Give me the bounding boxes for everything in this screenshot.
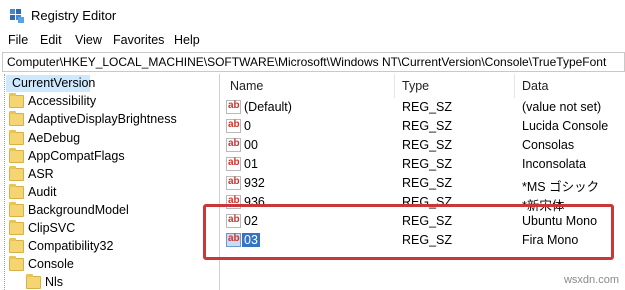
tree-item-label: ClipSVC xyxy=(28,221,76,235)
value-name: 932 xyxy=(244,176,265,190)
table-row[interactable]: ab 0 REG_SZ Lucida Console xyxy=(222,117,625,136)
value-type: REG_SZ xyxy=(402,100,453,114)
tree-item-label: Audit xyxy=(28,185,57,199)
tree-item-label: AeDebug xyxy=(28,131,81,145)
annotation-highlight-box xyxy=(203,204,614,260)
value-name: 00 xyxy=(244,138,258,152)
value-name: 0 xyxy=(244,119,251,133)
address-path[interactable]: Computer\HKEY_LOCAL_MACHINE\SOFTWARE\Mic… xyxy=(7,55,606,69)
folder-icon xyxy=(9,202,24,217)
folder-icon xyxy=(9,111,24,126)
tree-guide-line xyxy=(4,74,5,290)
string-value-icon: ab xyxy=(226,119,241,133)
table-row[interactable]: ab 932 REG_SZ *MS ゴシック xyxy=(222,174,625,194)
string-value-icon: ab xyxy=(226,176,241,190)
value-type: REG_SZ xyxy=(402,119,453,133)
watermark: wsxdn.com xyxy=(563,274,619,286)
key-tree-pane[interactable]: CurrentVersion Accessibility AdaptiveDis… xyxy=(0,74,220,290)
folder-icon xyxy=(9,148,24,163)
value-data: Lucida Console xyxy=(522,119,609,133)
value-data: Consolas xyxy=(522,138,575,152)
table-row[interactable]: ab 01 REG_SZ Inconsolata xyxy=(222,155,625,174)
address-bar[interactable]: Computer\HKEY_LOCAL_MACHINE\SOFTWARE\Mic… xyxy=(2,52,625,72)
menu-view[interactable]: View xyxy=(75,33,102,47)
column-divider[interactable] xyxy=(394,74,395,98)
tree-item-label: AdaptiveDisplayBrightness xyxy=(28,112,177,126)
table-row[interactable]: ab (Default) REG_SZ (value not set) xyxy=(222,98,625,117)
menu-help[interactable]: Help xyxy=(174,33,200,47)
column-header-name[interactable]: Name xyxy=(230,79,263,93)
tree-item-label: Console xyxy=(28,257,74,271)
menu-favorites[interactable]: Favorites xyxy=(113,33,164,47)
tree-item-label: Nls xyxy=(45,275,64,289)
folder-icon xyxy=(9,130,24,145)
value-data: (value not set) xyxy=(522,100,602,114)
folder-icon xyxy=(26,274,41,289)
value-type: REG_SZ xyxy=(402,138,453,152)
menu-bar: File Edit View Favorites Help xyxy=(0,31,625,51)
folder-icon xyxy=(9,220,24,235)
tree-item-label: CurrentVersion xyxy=(12,76,96,90)
folder-icon xyxy=(9,256,24,271)
registry-editor-icon xyxy=(10,9,24,23)
title-bar: Registry Editor xyxy=(0,0,625,31)
tree-item-label: ASR xyxy=(28,167,54,181)
tree-item-label: AppCompatFlags xyxy=(28,149,125,163)
string-value-icon: ab xyxy=(226,138,241,152)
folder-icon xyxy=(9,184,24,199)
menu-file[interactable]: File xyxy=(8,33,28,47)
folder-icon xyxy=(9,93,24,108)
column-header-data[interactable]: Data xyxy=(522,79,548,93)
tree-item-label: BackgroundModel xyxy=(28,203,129,217)
column-header-type[interactable]: Type xyxy=(402,79,429,93)
folder-icon xyxy=(9,166,24,181)
string-value-icon: ab xyxy=(226,157,241,171)
menu-edit[interactable]: Edit xyxy=(40,33,62,47)
value-type: REG_SZ xyxy=(402,157,453,171)
column-divider[interactable] xyxy=(514,74,515,98)
tree-item-label: Compatibility32 xyxy=(28,239,114,253)
value-name: 01 xyxy=(244,157,258,171)
table-row[interactable]: ab 00 REG_SZ Consolas xyxy=(222,136,625,155)
value-data: Inconsolata xyxy=(522,157,586,171)
string-value-icon: ab xyxy=(226,100,241,114)
tree-item-label: Accessibility xyxy=(28,94,97,108)
folder-icon xyxy=(9,238,24,253)
value-type: REG_SZ xyxy=(402,176,453,190)
value-name: (Default) xyxy=(244,100,292,114)
window-title: Registry Editor xyxy=(31,8,117,23)
